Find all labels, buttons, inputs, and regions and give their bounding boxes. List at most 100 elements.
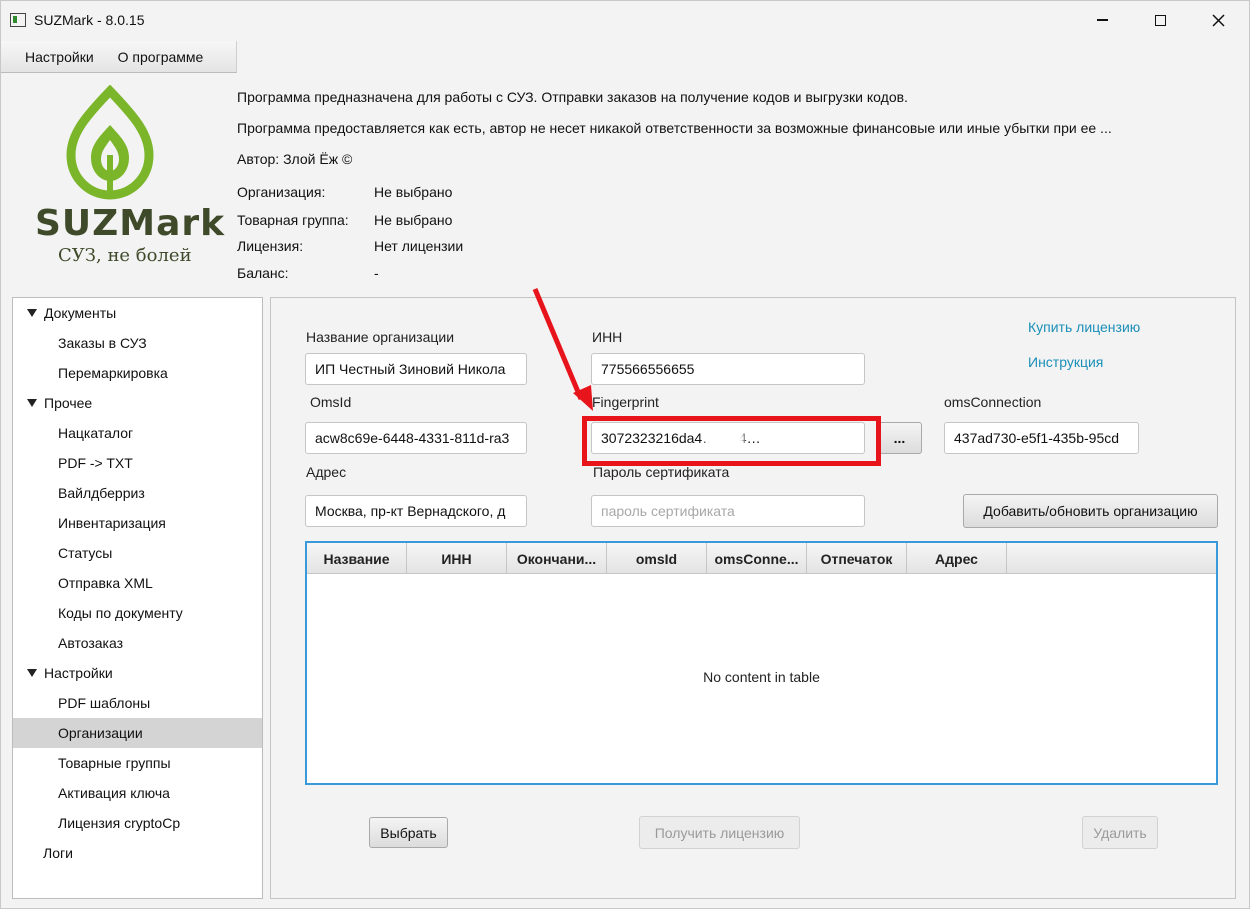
license-label: Лицензия: — [237, 238, 304, 254]
app-icon — [10, 13, 26, 27]
app-window: SUZMark - 8.0.15 Настройки О программе S… — [0, 0, 1250, 909]
tree-item-key-activation[interactable]: Активация ключа — [13, 778, 262, 808]
address-input[interactable]: Москва, пр-кт Вернадского, д — [305, 495, 527, 527]
tree-item-label: Логи — [43, 845, 73, 861]
logo-text: SUZMark — [35, 203, 226, 244]
tree-item-label: Прочее — [44, 395, 93, 411]
description-line-1: Программа предназначена для работы с СУЗ… — [237, 89, 908, 105]
tree-item-label: Перемаркировка — [58, 365, 168, 381]
column-header-fingerprint[interactable]: Отпечаток — [807, 543, 907, 574]
delete-button[interactable]: Удалить — [1082, 816, 1158, 849]
cert-password-label: Пароль сертификата — [593, 464, 730, 480]
column-header-expiry[interactable]: Окончани... — [507, 543, 607, 574]
instruction-link[interactable]: Инструкция — [1028, 354, 1103, 370]
tree-item-label: Статусы — [58, 545, 113, 561]
annotation-highlight-box — [582, 416, 881, 466]
tree-item-auto-order[interactable]: Автозаказ — [13, 628, 262, 658]
address-label: Адрес — [306, 464, 347, 480]
tree-item-documents[interactable]: Документы — [13, 298, 262, 328]
tree-item-label: Товарные группы — [58, 755, 171, 771]
tree-item-label: Автозаказ — [58, 635, 124, 651]
tree-item-label: Активация ключа — [58, 785, 170, 801]
menu-bar: Настройки О программе — [1, 41, 237, 73]
author-text: Автор: Злой Ёж © — [237, 151, 353, 167]
tree-item-label: Коды по документу — [58, 605, 183, 621]
organization-value: Не выбрано — [374, 184, 453, 200]
tree-item-wildberries[interactable]: Вайлдберриз — [13, 478, 262, 508]
maximize-icon — [1154, 14, 1166, 26]
menu-about[interactable]: О программе — [106, 49, 216, 65]
app-logo: SUZMark СУЗ, не болей — [15, 85, 224, 266]
tree-item-statuses[interactable]: Статусы — [13, 538, 262, 568]
logo-subtitle: СУЗ, не болей — [58, 245, 192, 266]
tree-item-other[interactable]: Прочее — [13, 388, 262, 418]
tree-item-label: Лицензия cryptoCp — [58, 815, 181, 831]
leaf-logo-icon — [66, 85, 154, 200]
tree-item-label: Вайлдберриз — [58, 485, 145, 501]
select-button[interactable]: Выбрать — [369, 817, 448, 848]
tree-item-inventory[interactable]: Инвентаризация — [13, 508, 262, 538]
tree-item-suz-orders[interactable]: Заказы в СУЗ — [13, 328, 262, 358]
tree-item-remarking[interactable]: Перемаркировка — [13, 358, 262, 388]
maximize-button[interactable] — [1131, 1, 1189, 39]
cert-password-input[interactable]: пароль сертификата — [591, 495, 865, 527]
column-header-omsid[interactable]: omsId — [607, 543, 707, 574]
get-license-button[interactable]: Получить лицензию — [639, 816, 800, 849]
license-value: Нет лицензии — [374, 238, 464, 254]
annotation-arrow-icon — [532, 288, 593, 411]
tree-item-label: PDF -> TXT — [58, 455, 133, 471]
minimize-icon — [1096, 19, 1108, 21]
tree-item-label: Настройки — [44, 665, 113, 681]
tree-item-send-xml[interactable]: Отправка XML — [13, 568, 262, 598]
header-info: SUZMark СУЗ, не болей Программа предназн… — [1, 73, 1249, 291]
product-group-label: Товарная группа: — [237, 212, 349, 228]
balance-label: Баланс: — [237, 265, 289, 281]
table-empty-message: No content in table — [703, 669, 820, 685]
omsid-input[interactable]: acw8c69e-6448-4331-811d-ra3 — [305, 422, 527, 454]
close-icon — [1211, 13, 1225, 27]
tree-item-settings[interactable]: Настройки — [13, 658, 262, 688]
column-header-name[interactable]: Название — [307, 543, 407, 574]
org-name-label: Название организации — [306, 329, 455, 345]
org-name-input[interactable]: ИП Честный Зиновий Никола — [305, 353, 527, 385]
inn-input[interactable]: 775566556655 — [591, 353, 865, 385]
tree-item-cryptocp-license[interactable]: Лицензия cryptoCp — [13, 808, 262, 838]
description-line-2: Программа предоставляется как есть, авто… — [237, 120, 1112, 136]
tree-item-label: Заказы в СУЗ — [58, 335, 147, 351]
tree-item-logs[interactable]: Логи — [13, 838, 262, 868]
tree-item-label: Нацкаталог — [58, 425, 134, 441]
minimize-button[interactable] — [1073, 1, 1131, 39]
oms-connection-label: omsConnection — [944, 394, 1042, 410]
organization-label: Организация: — [237, 184, 326, 200]
navigation-tree: Документы Заказы в СУЗ Перемаркировка Пр… — [12, 297, 263, 899]
tree-item-pdf-templates[interactable]: PDF шаблоны — [13, 688, 262, 718]
tree-item-national-catalog[interactable]: Нацкаталог — [13, 418, 262, 448]
tree-item-label: PDF шаблоны — [58, 695, 151, 711]
product-group-value: Не выбрано — [374, 212, 453, 228]
tree-item-organizations[interactable]: Организации — [13, 718, 262, 748]
menu-settings[interactable]: Настройки — [13, 49, 106, 65]
organizations-table: Название ИНН Окончани... omsId omsConne.… — [305, 541, 1218, 785]
oms-connection-input[interactable]: 437ad730-e5f1-435b-95cd — [944, 422, 1139, 454]
window-title: SUZMark - 8.0.15 — [34, 12, 145, 28]
title-bar: SUZMark - 8.0.15 — [1, 1, 1249, 39]
close-button[interactable] — [1189, 1, 1247, 39]
add-update-org-button[interactable]: Добавить/обновить организацию — [963, 494, 1218, 528]
tree-item-document-codes[interactable]: Коды по документу — [13, 598, 262, 628]
tree-item-label: Организации — [58, 725, 143, 741]
tree-item-pdf-to-txt[interactable]: PDF -> TXT — [13, 448, 262, 478]
browse-certificate-button[interactable]: ... — [877, 422, 922, 454]
tree-item-label: Документы — [44, 305, 117, 321]
column-header-inn[interactable]: ИНН — [407, 543, 507, 574]
table-header: Название ИНН Окончани... omsId omsConne.… — [307, 543, 1216, 574]
column-header-address[interactable]: Адрес — [907, 543, 1007, 574]
buy-license-link[interactable]: Купить лицензию — [1028, 319, 1140, 335]
column-header-oms-connection[interactable]: omsConne... — [707, 543, 807, 574]
expand-triangle-icon[interactable] — [27, 669, 37, 677]
omsid-label: OmsId — [310, 394, 352, 410]
balance-value: - — [374, 265, 379, 281]
expand-triangle-icon[interactable] — [27, 399, 37, 407]
tree-item-label: Инвентаризация — [58, 515, 166, 531]
tree-item-product-groups[interactable]: Товарные группы — [13, 748, 262, 778]
expand-triangle-icon[interactable] — [27, 309, 37, 317]
